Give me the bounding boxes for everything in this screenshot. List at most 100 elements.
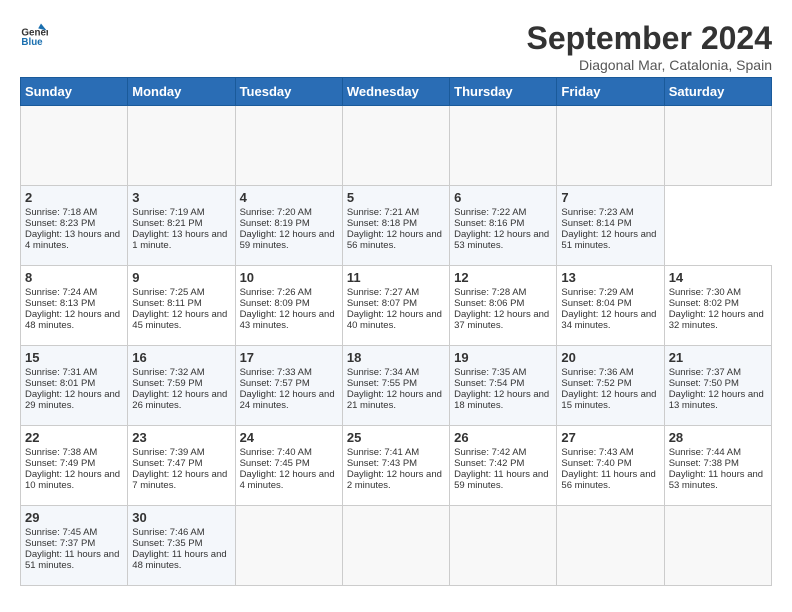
daylight-text: Daylight: 12 hours and 21 minutes. bbox=[347, 389, 445, 411]
daylight-text: Daylight: 12 hours and 53 minutes. bbox=[454, 229, 552, 251]
sunrise-text: Sunrise: 7:38 AM bbox=[25, 447, 123, 458]
daylight-text: Daylight: 12 hours and 48 minutes. bbox=[25, 309, 123, 331]
sunset-text: Sunset: 7:57 PM bbox=[240, 378, 338, 389]
daylight-text: Daylight: 12 hours and 24 minutes. bbox=[240, 389, 338, 411]
calendar-cell: 11Sunrise: 7:27 AMSunset: 8:07 PMDayligh… bbox=[342, 266, 449, 346]
day-number: 18 bbox=[347, 350, 445, 365]
calendar-body: 2Sunrise: 7:18 AMSunset: 8:23 PMDaylight… bbox=[21, 106, 772, 586]
sunset-text: Sunset: 8:09 PM bbox=[240, 298, 338, 309]
day-number: 24 bbox=[240, 430, 338, 445]
location-title: Diagonal Mar, Catalonia, Spain bbox=[527, 57, 772, 73]
daylight-text: Daylight: 13 hours and 4 minutes. bbox=[25, 229, 123, 251]
week-row-1 bbox=[21, 106, 772, 186]
calendar-cell: 19Sunrise: 7:35 AMSunset: 7:54 PMDayligh… bbox=[450, 346, 557, 426]
sunset-text: Sunset: 7:54 PM bbox=[454, 378, 552, 389]
day-number: 9 bbox=[132, 270, 230, 285]
calendar-header: SundayMondayTuesdayWednesdayThursdayFrid… bbox=[21, 78, 772, 106]
daylight-text: Daylight: 12 hours and 10 minutes. bbox=[25, 469, 123, 491]
daylight-text: Daylight: 13 hours and 1 minute. bbox=[132, 229, 230, 251]
week-row-5: 22Sunrise: 7:38 AMSunset: 7:49 PMDayligh… bbox=[21, 426, 772, 506]
daylight-text: Daylight: 12 hours and 34 minutes. bbox=[561, 309, 659, 331]
day-number: 15 bbox=[25, 350, 123, 365]
weekday-header-sunday: Sunday bbox=[21, 78, 128, 106]
week-row-2: 2Sunrise: 7:18 AMSunset: 8:23 PMDaylight… bbox=[21, 186, 772, 266]
calendar-cell bbox=[664, 506, 771, 586]
sunrise-text: Sunrise: 7:26 AM bbox=[240, 287, 338, 298]
day-number: 16 bbox=[132, 350, 230, 365]
daylight-text: Daylight: 12 hours and 40 minutes. bbox=[347, 309, 445, 331]
calendar-cell bbox=[557, 106, 664, 186]
sunrise-text: Sunrise: 7:43 AM bbox=[561, 447, 659, 458]
day-number: 22 bbox=[25, 430, 123, 445]
calendar-cell bbox=[664, 106, 771, 186]
sunrise-text: Sunrise: 7:39 AM bbox=[132, 447, 230, 458]
calendar-cell: 20Sunrise: 7:36 AMSunset: 7:52 PMDayligh… bbox=[557, 346, 664, 426]
sunset-text: Sunset: 8:04 PM bbox=[561, 298, 659, 309]
daylight-text: Daylight: 12 hours and 32 minutes. bbox=[669, 309, 767, 331]
calendar-cell bbox=[450, 106, 557, 186]
daylight-text: Daylight: 11 hours and 56 minutes. bbox=[561, 469, 659, 491]
daylight-text: Daylight: 12 hours and 26 minutes. bbox=[132, 389, 230, 411]
calendar-cell: 14Sunrise: 7:30 AMSunset: 8:02 PMDayligh… bbox=[664, 266, 771, 346]
week-row-3: 8Sunrise: 7:24 AMSunset: 8:13 PMDaylight… bbox=[21, 266, 772, 346]
sunrise-text: Sunrise: 7:45 AM bbox=[25, 527, 123, 538]
sunset-text: Sunset: 7:45 PM bbox=[240, 458, 338, 469]
sunrise-text: Sunrise: 7:34 AM bbox=[347, 367, 445, 378]
day-number: 8 bbox=[25, 270, 123, 285]
calendar-cell: 25Sunrise: 7:41 AMSunset: 7:43 PMDayligh… bbox=[342, 426, 449, 506]
daylight-text: Daylight: 11 hours and 59 minutes. bbox=[454, 469, 552, 491]
svg-text:Blue: Blue bbox=[21, 37, 43, 48]
sunrise-text: Sunrise: 7:22 AM bbox=[454, 207, 552, 218]
sunset-text: Sunset: 7:47 PM bbox=[132, 458, 230, 469]
calendar-cell: 27 Sunrise: 7:43 AMSunset: 7:40 PMDayligh… bbox=[557, 426, 664, 506]
day-number: 30 bbox=[132, 510, 230, 525]
day-number: 5 bbox=[347, 190, 445, 205]
sunrise-text: Sunrise: 7:18 AM bbox=[25, 207, 123, 218]
daylight-text: Daylight: 12 hours and 2 minutes. bbox=[347, 469, 445, 491]
calendar-cell: 3Sunrise: 7:19 AMSunset: 8:21 PMDaylight… bbox=[128, 186, 235, 266]
calendar-cell: 16Sunrise: 7:32 AMSunset: 7:59 PMDayligh… bbox=[128, 346, 235, 426]
day-number: 3 bbox=[132, 190, 230, 205]
daylight-text: Daylight: 12 hours and 51 minutes. bbox=[561, 229, 659, 251]
daylight-text: Daylight: 12 hours and 29 minutes. bbox=[25, 389, 123, 411]
day-number: 27 bbox=[561, 430, 659, 445]
weekday-header-monday: Monday bbox=[128, 78, 235, 106]
calendar-cell: 15Sunrise: 7:31 AMSunset: 8:01 PMDayligh… bbox=[21, 346, 128, 426]
calendar-table: SundayMondayTuesdayWednesdayThursdayFrid… bbox=[20, 77, 772, 586]
sunset-text: Sunset: 8:07 PM bbox=[347, 298, 445, 309]
sunrise-text: Sunrise: 7:30 AM bbox=[669, 287, 767, 298]
title-block: September 2024 Diagonal Mar, Catalonia, … bbox=[527, 20, 772, 73]
weekday-header-saturday: Saturday bbox=[664, 78, 771, 106]
day-number: 28 bbox=[669, 430, 767, 445]
calendar-cell: 6Sunrise: 7:22 AMSunset: 8:16 PMDaylight… bbox=[450, 186, 557, 266]
sunrise-text: Sunrise: 7:23 AM bbox=[561, 207, 659, 218]
sunrise-text: Sunrise: 7:19 AM bbox=[132, 207, 230, 218]
sunset-text: Sunset: 8:02 PM bbox=[669, 298, 767, 309]
daylight-text: Daylight: 12 hours and 15 minutes. bbox=[561, 389, 659, 411]
day-number: 19 bbox=[454, 350, 552, 365]
calendar-cell: 29Sunrise: 7:45 AMSunset: 7:37 PMDayligh… bbox=[21, 506, 128, 586]
day-number: 7 bbox=[561, 190, 659, 205]
day-number: 17 bbox=[240, 350, 338, 365]
month-title: September 2024 bbox=[527, 20, 772, 57]
day-number: 21 bbox=[669, 350, 767, 365]
sunset-text: Sunset: 8:23 PM bbox=[25, 218, 123, 229]
calendar-cell bbox=[450, 506, 557, 586]
page-header: General Blue September 2024 Diagonal Mar… bbox=[20, 20, 772, 73]
calendar-cell: 5Sunrise: 7:21 AMSunset: 8:18 PMDaylight… bbox=[342, 186, 449, 266]
calendar-cell bbox=[342, 506, 449, 586]
weekday-header-tuesday: Tuesday bbox=[235, 78, 342, 106]
calendar-cell: 17Sunrise: 7:33 AMSunset: 7:57 PMDayligh… bbox=[235, 346, 342, 426]
sunset-text: Sunset: 7:37 PM bbox=[25, 538, 123, 549]
day-number: 12 bbox=[454, 270, 552, 285]
sunset-text: Sunset: 8:18 PM bbox=[347, 218, 445, 229]
sunrise-text: Sunrise: 7:27 AM bbox=[347, 287, 445, 298]
day-number: 2 bbox=[25, 190, 123, 205]
day-number: 26 bbox=[454, 430, 552, 445]
sunrise-text: Sunrise: 7:37 AM bbox=[669, 367, 767, 378]
sunset-text: Sunset: 8:13 PM bbox=[25, 298, 123, 309]
daylight-text: Daylight: 12 hours and 4 minutes. bbox=[240, 469, 338, 491]
calendar-cell: 10Sunrise: 7:26 AMSunset: 8:09 PMDayligh… bbox=[235, 266, 342, 346]
sunset-text: Sunset: 7:40 PM bbox=[561, 458, 659, 469]
logo-icon: General Blue bbox=[20, 20, 48, 48]
